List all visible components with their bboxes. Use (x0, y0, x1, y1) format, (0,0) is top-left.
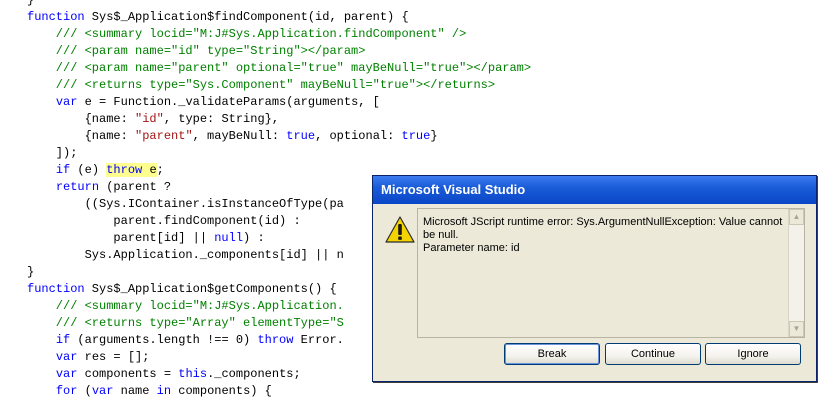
code-token: throw (106, 163, 143, 177)
code-token: (e) (70, 163, 107, 177)
code-line: } (27, 264, 34, 281)
code-token: Sys$_Application$findComponent(id, paren… (84, 10, 409, 24)
code-line: /// <param name="id" type="String"></par… (27, 43, 366, 60)
break-button[interactable]: Break (504, 343, 600, 365)
code-line: return (parent ? (27, 179, 171, 196)
dialog-title: Microsoft Visual Studio (381, 182, 526, 197)
code-token: throw (257, 333, 294, 347)
code-token: components = (77, 367, 179, 381)
code-token: "parent" (135, 129, 193, 143)
code-token: var (91, 384, 114, 398)
code-token: , optional: (315, 129, 402, 143)
code-token: return (55, 180, 100, 194)
message-box[interactable]: Microsoft JScript runtime error: Sys.Arg… (417, 208, 805, 338)
code-line: parent[id] || null) : (27, 230, 265, 247)
code-token: Sys$_Application$getComponents() { (84, 282, 337, 296)
code-token: Sys.Application._components[id] || n (27, 248, 344, 262)
error-parameter-line: Parameter name: id (423, 242, 520, 254)
code-line: function Sys$_Application$findComponent(… (27, 9, 409, 26)
code-token: this (178, 367, 208, 381)
continue-button[interactable]: Continue (605, 343, 701, 365)
code-line: /// <param name="parent" optional="true"… (27, 60, 531, 77)
code-line: for (var name in components) { (27, 383, 272, 400)
code-token: null (214, 231, 244, 245)
code-token: var (55, 95, 78, 109)
code-token: e = Function._validateParams(arguments, … (77, 95, 380, 109)
code-line: if (e) throw e; (27, 162, 164, 179)
code-token: ) : (243, 231, 265, 245)
code-token: if (55, 333, 71, 347)
code-line: ((Sys.IContainer.isInstanceOfType(pa (27, 196, 344, 213)
code-token: Error. (293, 333, 344, 347)
code-token: {name: (27, 112, 136, 126)
code-token: } (27, 0, 35, 7)
code-token: (parent ? (99, 180, 172, 194)
code-line: parent.findComponent(id) : (27, 213, 301, 230)
code-token: {name: (27, 129, 136, 143)
warning-icon (385, 216, 415, 243)
code-line: /// <summary locid="M:J#Sys.Application. (27, 298, 344, 315)
dialog-titlebar[interactable]: Microsoft Visual Studio (373, 176, 816, 204)
error-message: Microsoft JScript runtime error: Sys.Arg… (423, 216, 783, 255)
code-line: var res = []; (27, 349, 150, 366)
error-dialog: Microsoft Visual Studio Microsoft JScrip… (372, 175, 817, 382)
code-token: ]); (27, 146, 78, 160)
code-token: ( (77, 384, 92, 398)
scroll-down-arrow-icon[interactable]: ▼ (789, 321, 804, 337)
code-token: var (55, 350, 78, 364)
code-line: var e = Function._validateParams(argumen… (27, 94, 380, 111)
code-token: /// <param name="parent" optional="true"… (27, 61, 532, 75)
scroll-up-arrow-icon[interactable]: ▲ (789, 209, 804, 225)
code-line: /// <returns type="Sys.Component" mayBeN… (27, 77, 495, 94)
code-token: true (401, 129, 431, 143)
code-token: function (27, 282, 85, 296)
code-token: /// <summary locid="M:J#Sys.Application. (27, 299, 344, 313)
code-token: ; (156, 163, 164, 177)
code-line: var components = this._components; (27, 366, 301, 383)
code-line: } (27, 0, 34, 9)
code-token: parent.findComponent(id) : (27, 214, 301, 228)
code-line: {name: "id", type: String}, (27, 111, 279, 128)
code-token: ._components; (207, 367, 301, 381)
code-token: ((Sys.IContainer.isInstanceOfType(pa (27, 197, 344, 211)
code-token: "id" (135, 112, 164, 126)
code-token: if (55, 163, 71, 177)
code-token: parent[id] || (27, 231, 215, 245)
code-line: if (arguments.length !== 0) throw Error. (27, 332, 344, 349)
code-line: /// <summary locid="M:J#Sys.Application.… (27, 26, 466, 43)
code-token: (arguments.length !== 0) (70, 333, 258, 347)
code-token: function (27, 10, 85, 24)
message-scrollbar[interactable]: ▲ ▼ (788, 209, 804, 337)
code-token: res = []; (77, 350, 150, 364)
code-token: /// <returns type="Array" elementType="S (27, 316, 344, 330)
code-token: e (142, 163, 157, 177)
code-token: var (55, 367, 78, 381)
code-token: name (113, 384, 157, 398)
code-line: ]); (27, 145, 78, 162)
ignore-button[interactable]: Ignore (705, 343, 801, 365)
code-token: /// <summary locid="M:J#Sys.Application.… (27, 27, 467, 41)
code-token: } (27, 265, 35, 279)
code-token: in (156, 384, 172, 398)
code-token: components) { (171, 384, 272, 398)
code-line: Sys.Application._components[id] || n (27, 247, 344, 264)
error-message-line: Microsoft JScript runtime error: Sys.Arg… (423, 216, 783, 241)
code-line: function Sys$_Application$getComponents(… (27, 281, 337, 298)
code-token: , mayBeNull: (192, 129, 287, 143)
code-token: true (286, 129, 316, 143)
code-token: , type: String}, (163, 112, 280, 126)
code-line: {name: "parent", mayBeNull: true, option… (27, 128, 438, 145)
code-token: for (55, 384, 78, 398)
code-token: /// <param name="id" type="String"></par… (27, 44, 366, 58)
code-token: } (430, 129, 438, 143)
code-line: /// <returns type="Array" elementType="S (27, 315, 344, 332)
code-token: /// <returns type="Sys.Component" mayBeN… (27, 78, 496, 92)
